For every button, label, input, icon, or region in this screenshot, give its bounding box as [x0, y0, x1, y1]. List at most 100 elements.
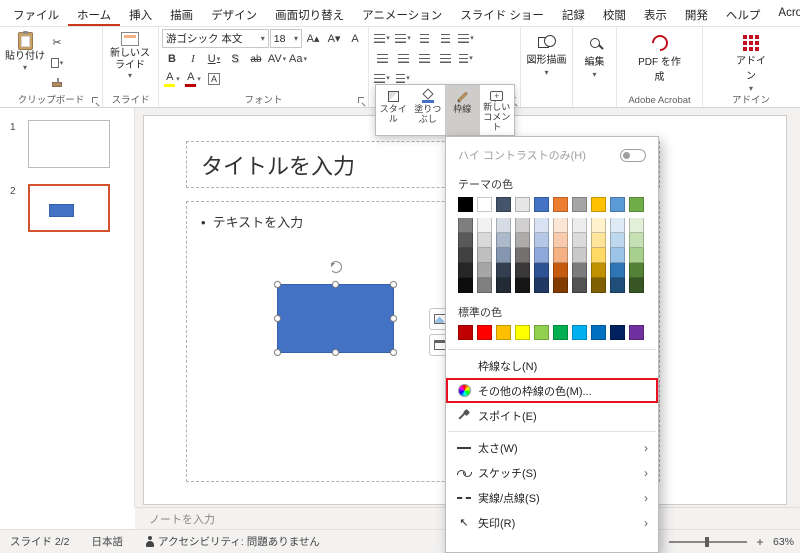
color-swatch[interactable] [496, 278, 511, 293]
color-swatch[interactable] [496, 325, 511, 340]
color-swatch[interactable] [610, 248, 625, 263]
text-highlight-button[interactable]: A ▾ [162, 70, 182, 88]
shape-outline-button[interactable]: 枠線 [445, 85, 480, 135]
color-swatch[interactable] [515, 248, 530, 263]
color-swatch[interactable] [572, 233, 587, 248]
color-swatch[interactable] [610, 278, 625, 293]
color-swatch[interactable] [629, 278, 644, 293]
bold-button[interactable]: B [162, 50, 182, 68]
zoom-in-button[interactable]: + [754, 535, 766, 549]
color-swatch[interactable] [629, 233, 644, 248]
tab-transitions[interactable]: 画面切り替え [266, 0, 353, 26]
align-right-button[interactable] [414, 49, 434, 67]
color-swatch[interactable] [458, 325, 473, 340]
new-slide-button[interactable]: 新しいスライド ▾ [106, 29, 154, 93]
color-swatch[interactable] [629, 248, 644, 263]
color-swatch[interactable] [515, 263, 530, 278]
color-swatch[interactable] [477, 218, 492, 233]
editing-button[interactable]: 編集 ▾ [576, 29, 613, 93]
color-swatch[interactable] [458, 233, 473, 248]
tab-design[interactable]: デザイン [202, 0, 266, 26]
color-swatch[interactable] [553, 278, 568, 293]
color-swatch[interactable] [610, 325, 625, 340]
color-swatch[interactable] [496, 263, 511, 278]
font-size-combo[interactable]: 18 ▾ [269, 29, 302, 48]
tab-view[interactable]: 表示 [635, 0, 676, 26]
color-swatch[interactable] [572, 197, 587, 212]
tab-help[interactable]: ヘルプ [717, 0, 770, 26]
align-left-button[interactable] [372, 49, 392, 67]
color-swatch[interactable] [553, 325, 568, 340]
color-swatch[interactable] [534, 233, 549, 248]
color-swatch[interactable] [591, 278, 606, 293]
menu-item-no-outline[interactable]: 枠線なし(N) [446, 353, 658, 378]
selected-rectangle-shape[interactable] [274, 261, 397, 356]
tab-animations[interactable]: アニメーション [353, 0, 451, 26]
color-swatch[interactable] [591, 325, 606, 340]
color-swatch[interactable] [553, 197, 568, 212]
color-swatch[interactable] [591, 248, 606, 263]
color-swatch[interactable] [572, 248, 587, 263]
color-swatch[interactable] [515, 325, 530, 340]
italic-button[interactable]: I [183, 50, 203, 68]
color-swatch[interactable] [458, 197, 473, 212]
color-swatch[interactable] [458, 218, 473, 233]
character-spacing-button[interactable]: AV ▾ [267, 50, 287, 68]
color-swatch[interactable] [591, 233, 606, 248]
underline-button[interactable]: U ▾ [204, 50, 224, 68]
color-swatch[interactable] [534, 197, 549, 212]
menu-item-dashes[interactable]: 実線/点線(S) › [446, 485, 658, 510]
format-painter-button[interactable] [47, 75, 67, 93]
color-swatch[interactable] [534, 263, 549, 278]
color-swatch[interactable] [477, 263, 492, 278]
color-swatch[interactable] [591, 218, 606, 233]
color-swatch[interactable] [572, 263, 587, 278]
menu-item-arrows[interactable]: ↖ 矢印(R) › [446, 510, 658, 535]
color-swatch[interactable] [477, 278, 492, 293]
line-spacing-button[interactable]: ▾ [456, 29, 476, 47]
color-swatch[interactable] [553, 218, 568, 233]
tab-developer[interactable]: 開発 [676, 0, 717, 26]
resize-handle-se[interactable] [390, 349, 397, 356]
change-case-button[interactable]: Aa ▾ [288, 50, 308, 68]
color-swatch[interactable] [610, 263, 625, 278]
color-swatch[interactable] [477, 233, 492, 248]
color-swatch[interactable] [496, 248, 511, 263]
resize-handle-w[interactable] [274, 314, 281, 322]
tab-draw[interactable]: 描画 [161, 0, 202, 26]
color-swatch[interactable] [572, 325, 587, 340]
color-swatch[interactable] [515, 233, 530, 248]
clear-formatting-button[interactable]: A [345, 30, 365, 48]
color-swatch[interactable] [496, 197, 511, 212]
color-swatch[interactable] [553, 248, 568, 263]
text-shadow-button[interactable]: S [225, 50, 245, 68]
character-border-button[interactable]: A [204, 70, 224, 88]
rotate-handle-icon[interactable] [329, 261, 342, 273]
shape-style-button[interactable]: スタイル [376, 85, 411, 135]
color-swatch[interactable] [477, 325, 492, 340]
high-contrast-toggle[interactable] [620, 148, 646, 162]
zoom-level[interactable]: 63% [773, 536, 794, 548]
resize-handle-e[interactable] [390, 314, 397, 322]
color-swatch[interactable] [458, 263, 473, 278]
justify-button[interactable] [435, 49, 455, 67]
color-swatch[interactable] [496, 233, 511, 248]
color-swatch[interactable] [572, 218, 587, 233]
color-swatch[interactable] [458, 248, 473, 263]
color-swatch[interactable] [572, 278, 587, 293]
color-swatch[interactable] [496, 218, 511, 233]
color-swatch[interactable] [610, 197, 625, 212]
zoom-slider[interactable] [668, 536, 747, 547]
color-swatch[interactable] [534, 278, 549, 293]
increase-font-button[interactable]: A▴ [303, 30, 323, 48]
tab-review[interactable]: 校閲 [594, 0, 635, 26]
menu-item-more-outline-colors[interactable]: その他の枠線の色(M)... [446, 378, 658, 403]
tab-record[interactable]: 記録 [553, 0, 594, 26]
color-swatch[interactable] [553, 233, 568, 248]
resize-handle-s[interactable] [331, 349, 339, 356]
color-swatch[interactable] [534, 218, 549, 233]
zoom-slider-thumb[interactable] [704, 536, 709, 547]
bullets-button[interactable]: ▾ [372, 29, 392, 47]
language-indicator[interactable]: 日本語 [92, 534, 124, 549]
color-swatch[interactable] [534, 325, 549, 340]
